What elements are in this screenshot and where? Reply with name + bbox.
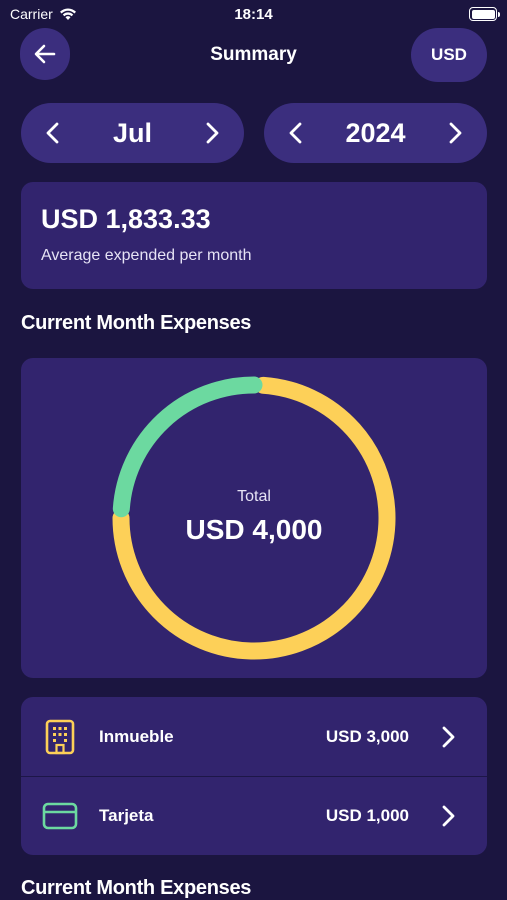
chevron-left-icon <box>46 122 59 144</box>
chevron-right-icon <box>449 122 462 144</box>
chart-center: Total USD 4,000 <box>21 488 487 546</box>
next-year-button[interactable] <box>445 122 467 144</box>
expense-amount: USD 3,000 <box>325 726 409 746</box>
expense-amount: USD 1,000 <box>325 806 409 825</box>
chart-total-value: USD 4,000 <box>185 514 323 545</box>
header: Summary USD <box>0 28 507 82</box>
month-value: Jul <box>112 117 152 148</box>
expense-item-tarjeta[interactable]: Tarjeta USD 1,000 <box>21 776 487 855</box>
average-caption: Average expended per month <box>41 247 252 264</box>
battery-icon <box>469 7 500 21</box>
expense-item-inmueble[interactable]: Inmueble USD 3,000 <box>21 697 487 776</box>
status-bar: Carrier 18:14 <box>0 0 507 30</box>
year-value: 2024 <box>345 117 406 148</box>
credit-card-icon <box>42 798 78 834</box>
section-title-second: Current Month Expenses <box>21 877 252 899</box>
building-icon <box>42 719 78 755</box>
average-amount: USD 1,833.33 <box>41 204 211 234</box>
previous-year-button[interactable] <box>284 122 306 144</box>
next-month-button[interactable] <box>202 122 224 144</box>
expenses-chart-card: Total USD 4,000 <box>21 358 487 678</box>
year-selector: 2024 <box>264 103 487 163</box>
expense-list: Inmueble USD 3,000 Tarjeta USD 1,000 <box>21 697 487 855</box>
chevron-right-icon <box>206 122 219 144</box>
chart-total-label: Total <box>237 488 271 505</box>
month-selector: Jul <box>21 103 244 163</box>
section-title-current-month: Current Month Expenses <box>21 312 252 334</box>
status-time: 18:14 <box>234 6 273 23</box>
expense-name: Inmueble <box>99 726 174 746</box>
chevron-right-icon <box>439 725 459 749</box>
average-card: USD 1,833.33 Average expended per month <box>21 182 487 289</box>
chevron-left-icon <box>289 122 302 144</box>
previous-month-button[interactable] <box>41 122 63 144</box>
expense-name: Tarjeta <box>99 806 154 825</box>
currency-button[interactable]: USD <box>411 28 487 82</box>
chevron-right-icon <box>439 804 459 828</box>
